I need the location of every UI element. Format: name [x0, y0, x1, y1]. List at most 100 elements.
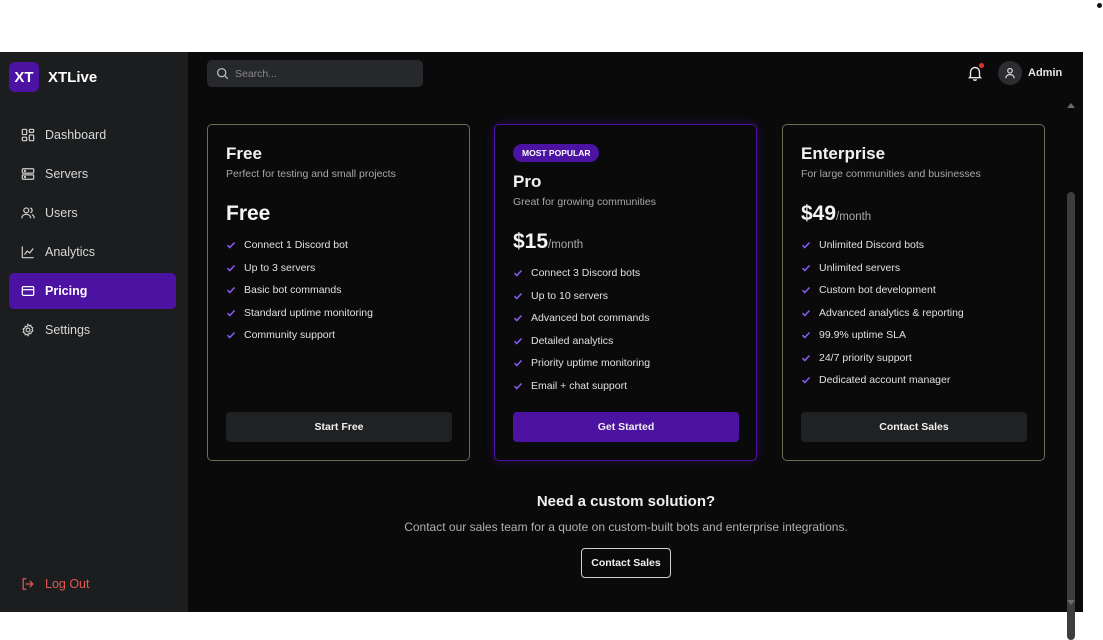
feature-item: Connect 3 Discord bots — [513, 262, 650, 285]
check-icon — [226, 242, 236, 249]
plan-features: Connect 1 Discord bot Up to 3 servers Ba… — [226, 234, 373, 347]
feature-item: Community support — [226, 324, 373, 347]
page-dot — [1097, 3, 1102, 8]
sidebar-item-label: Servers — [45, 167, 89, 181]
search-input[interactable] — [235, 67, 405, 80]
feature-item: 99.9% uptime SLA — [801, 324, 964, 347]
feature-label: Connect 1 Discord bot — [244, 239, 348, 252]
scrollbar[interactable] — [1064, 98, 1077, 640]
check-icon — [226, 264, 236, 272]
custom-contact-sales-button[interactable]: Contact Sales — [581, 548, 671, 578]
check-icon — [513, 315, 523, 322]
plan-price: $15/month — [513, 230, 583, 254]
feature-label: Connect 3 Discord bots — [531, 267, 641, 280]
feature-item: Unlimited Discord bots — [801, 234, 964, 257]
start-free-button[interactable]: Start Free — [226, 412, 452, 442]
check-icon — [513, 270, 523, 277]
check-icon — [226, 309, 236, 317]
check-icon — [801, 287, 811, 294]
users-icon — [21, 207, 35, 219]
analytics-icon — [21, 246, 34, 259]
logout-icon — [22, 578, 34, 590]
topbar: Admin — [188, 52, 1083, 98]
brand-name: XTLive — [48, 68, 98, 86]
scroll-down-arrow[interactable] — [1067, 600, 1075, 605]
feature-label: Up to 10 servers — [531, 289, 609, 302]
logout-button[interactable]: Log Out — [9, 566, 89, 602]
feature-label: Advanced analytics & reporting — [819, 306, 964, 319]
sidebar-item-label: Users — [45, 206, 78, 220]
feature-item: Detailed analytics — [513, 330, 650, 353]
feature-item: Up to 10 servers — [513, 285, 650, 308]
plan-price: Free — [226, 202, 270, 226]
sidebar-item-label: Pricing — [45, 284, 88, 298]
user-icon — [1005, 67, 1015, 79]
plan-features: Connect 3 Discord bots Up to 10 servers … — [513, 262, 650, 397]
sidebar-item-label: Analytics — [45, 245, 96, 259]
sidebar-item-dashboard[interactable]: Dashboard — [9, 117, 176, 153]
check-icon — [513, 382, 523, 390]
check-icon — [801, 377, 811, 384]
sidebar-item-settings[interactable]: Settings — [9, 312, 176, 348]
notifications-button[interactable] — [966, 63, 984, 82]
check-icon — [801, 264, 811, 272]
sidebar-item-analytics[interactable]: Analytics — [9, 234, 176, 270]
get-started-button[interactable]: Get Started — [513, 412, 739, 442]
sidebar-item-users[interactable]: Users — [9, 195, 176, 231]
search-box[interactable] — [207, 60, 423, 87]
feature-item: Custom bot development — [801, 279, 964, 302]
check-icon — [513, 292, 523, 300]
feature-label: Advanced bot commands — [531, 312, 650, 325]
feature-item: Advanced bot commands — [513, 307, 650, 330]
app-window: XT XTLive Dashboard Servers Users Analyt… — [0, 52, 1083, 640]
plan-name: Enterprise — [801, 144, 886, 163]
plan-description: Great for growing communities — [513, 196, 656, 208]
plan-name: Free — [226, 144, 262, 163]
scroll-up-arrow[interactable] — [1067, 103, 1075, 108]
search-icon — [216, 67, 229, 80]
user-name[interactable]: Admin — [1028, 67, 1062, 79]
check-icon — [801, 309, 811, 317]
feature-item: Basic bot commands — [226, 279, 373, 302]
check-icon — [513, 337, 523, 345]
check-icon — [226, 332, 236, 339]
plan-price-amount: Free — [226, 202, 271, 225]
scroll-thumb[interactable] — [1067, 192, 1075, 640]
feature-item: Email + chat support — [513, 375, 650, 398]
avatar[interactable] — [998, 61, 1022, 85]
feature-label: Unlimited servers — [819, 261, 901, 274]
sidebar-item-pricing[interactable]: Pricing — [9, 273, 176, 309]
feature-item: Standard uptime monitoring — [226, 302, 373, 325]
plan-price-period: /month — [548, 239, 584, 251]
feature-label: Custom bot development — [819, 284, 936, 297]
feature-label: Unlimited Discord bots — [819, 239, 925, 252]
check-icon — [801, 332, 811, 339]
gear-icon — [22, 323, 34, 337]
plan-card-pro: MOST POPULAR Pro Great for growing commu… — [494, 124, 757, 461]
most-popular-badge: MOST POPULAR — [513, 144, 600, 162]
plan-card-free: Free Perfect for testing and small proje… — [207, 124, 470, 461]
plan-card-enterprise: Enterprise For large communities and bus… — [782, 124, 1045, 461]
check-icon — [226, 287, 236, 294]
feature-label: 99.9% uptime SLA — [819, 329, 906, 342]
check-icon — [801, 242, 811, 249]
contact-sales-button[interactable]: Contact Sales — [801, 412, 1027, 442]
plan-price-amount: $49 — [801, 202, 837, 225]
plan-description: Perfect for testing and small projects — [226, 168, 396, 180]
plan-price: $49/month — [801, 202, 871, 226]
feature-label: Community support — [244, 329, 336, 342]
feature-label: Email + chat support — [531, 379, 628, 392]
check-icon — [801, 354, 811, 362]
feature-item: Connect 1 Discord bot — [226, 234, 373, 257]
brand[interactable]: XT XTLive — [9, 62, 97, 92]
feature-label: Standard uptime monitoring — [244, 306, 373, 319]
plan-price-amount: $15 — [513, 230, 549, 253]
sidebar-item-servers[interactable]: Servers — [9, 156, 176, 192]
feature-label: Basic bot commands — [244, 284, 342, 297]
feature-label: Dedicated account manager — [819, 374, 951, 387]
feature-label: Detailed analytics — [531, 334, 614, 347]
feature-label: Priority uptime monitoring — [531, 357, 651, 370]
plan-description: For large communities and businesses — [801, 168, 981, 180]
custom-solution-text: Contact our sales team for a quote on cu… — [404, 520, 848, 534]
feature-item: Up to 3 servers — [226, 257, 373, 280]
